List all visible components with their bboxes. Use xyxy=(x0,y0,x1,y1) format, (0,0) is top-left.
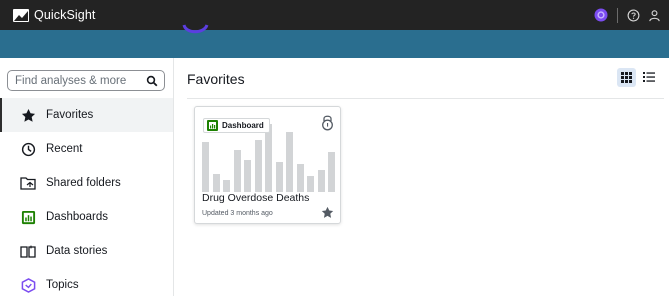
favorite-star-icon[interactable] xyxy=(321,206,334,219)
sidebar-item-label: Data stories xyxy=(46,245,108,257)
card-updated-text: Updated 3 months ago xyxy=(202,210,273,217)
card-title[interactable]: Drug Overdose Deaths xyxy=(202,192,309,204)
sidebar-item-favorites[interactable]: Favorites xyxy=(0,98,173,132)
asset-type-label: Dashboard xyxy=(222,121,264,130)
grid-view-button[interactable] xyxy=(617,68,636,87)
q-accent-arc xyxy=(182,24,209,34)
sidebar-item-label: Topics xyxy=(46,279,79,291)
sidebar-nav: Favorites Recent Shared folders Dashboar… xyxy=(0,98,173,302)
app-title: QuickSight xyxy=(34,8,96,22)
thumbnail-bar xyxy=(254,140,262,192)
thumbnail-bar xyxy=(296,164,304,192)
q-icon[interactable] xyxy=(594,8,608,22)
topbar-divider xyxy=(617,7,618,23)
thumbnail-bar xyxy=(307,176,314,192)
sidebar-item-label: Favorites xyxy=(46,109,94,121)
asset-type-badge: Dashboard xyxy=(203,118,270,133)
thumbnail-bar xyxy=(317,170,325,192)
thumbnail-bar xyxy=(286,132,293,192)
sidebar-item-data-stories[interactable]: Data stories xyxy=(0,234,173,268)
help-icon[interactable] xyxy=(627,9,640,22)
search-icon[interactable] xyxy=(146,75,158,87)
sidebar-item-label: Dashboards xyxy=(46,211,109,223)
page-title: Favorites xyxy=(187,71,245,87)
sidebar-item-topics[interactable]: Topics xyxy=(0,268,173,302)
grid-icon xyxy=(621,72,632,83)
thumbnail-bar xyxy=(275,162,283,192)
thumbnail-bar xyxy=(223,180,230,192)
dashboard-icon xyxy=(20,209,36,225)
thumbnail-bar xyxy=(212,174,220,192)
top-navigation-bar: QuickSight xyxy=(0,0,669,30)
dashboard-card[interactable]: Dashboard Drug Overdose Deaths Updated 3… xyxy=(194,106,341,224)
header-divider xyxy=(187,98,664,99)
lock-icon xyxy=(322,115,333,131)
shared-folder-icon xyxy=(20,175,36,191)
star-icon xyxy=(20,107,36,123)
quicksight-logo-icon xyxy=(13,8,29,22)
thumbnail-bar xyxy=(328,152,335,192)
sidebar-item-label: Recent xyxy=(46,143,83,155)
thumbnail-bar xyxy=(244,160,251,192)
quicksight-logo[interactable]: QuickSight xyxy=(13,8,95,22)
user-icon[interactable] xyxy=(648,9,661,22)
sidebar-item-dashboards[interactable]: Dashboards xyxy=(0,200,173,234)
topics-icon xyxy=(20,277,36,293)
sidebar: Find analyses & more Favorites Recent Sh… xyxy=(0,58,174,296)
search-input[interactable]: Find analyses & more xyxy=(7,70,165,91)
data-story-icon xyxy=(20,243,36,259)
sidebar-item-label: Shared folders xyxy=(46,177,121,189)
sidebar-item-shared-folders[interactable]: Shared folders xyxy=(0,166,173,200)
thumbnail-bar xyxy=(202,142,209,192)
header-banner xyxy=(0,30,669,58)
list-view-icon[interactable] xyxy=(642,70,656,84)
card-thumbnail: Dashboard xyxy=(200,113,337,192)
search-placeholder: Find analyses & more xyxy=(15,74,127,87)
dashboard-icon xyxy=(207,120,218,131)
sidebar-item-recent[interactable]: Recent xyxy=(0,132,173,166)
thumbnail-bar xyxy=(265,124,272,192)
clock-icon xyxy=(20,141,36,157)
thumbnail-bar xyxy=(233,150,241,192)
